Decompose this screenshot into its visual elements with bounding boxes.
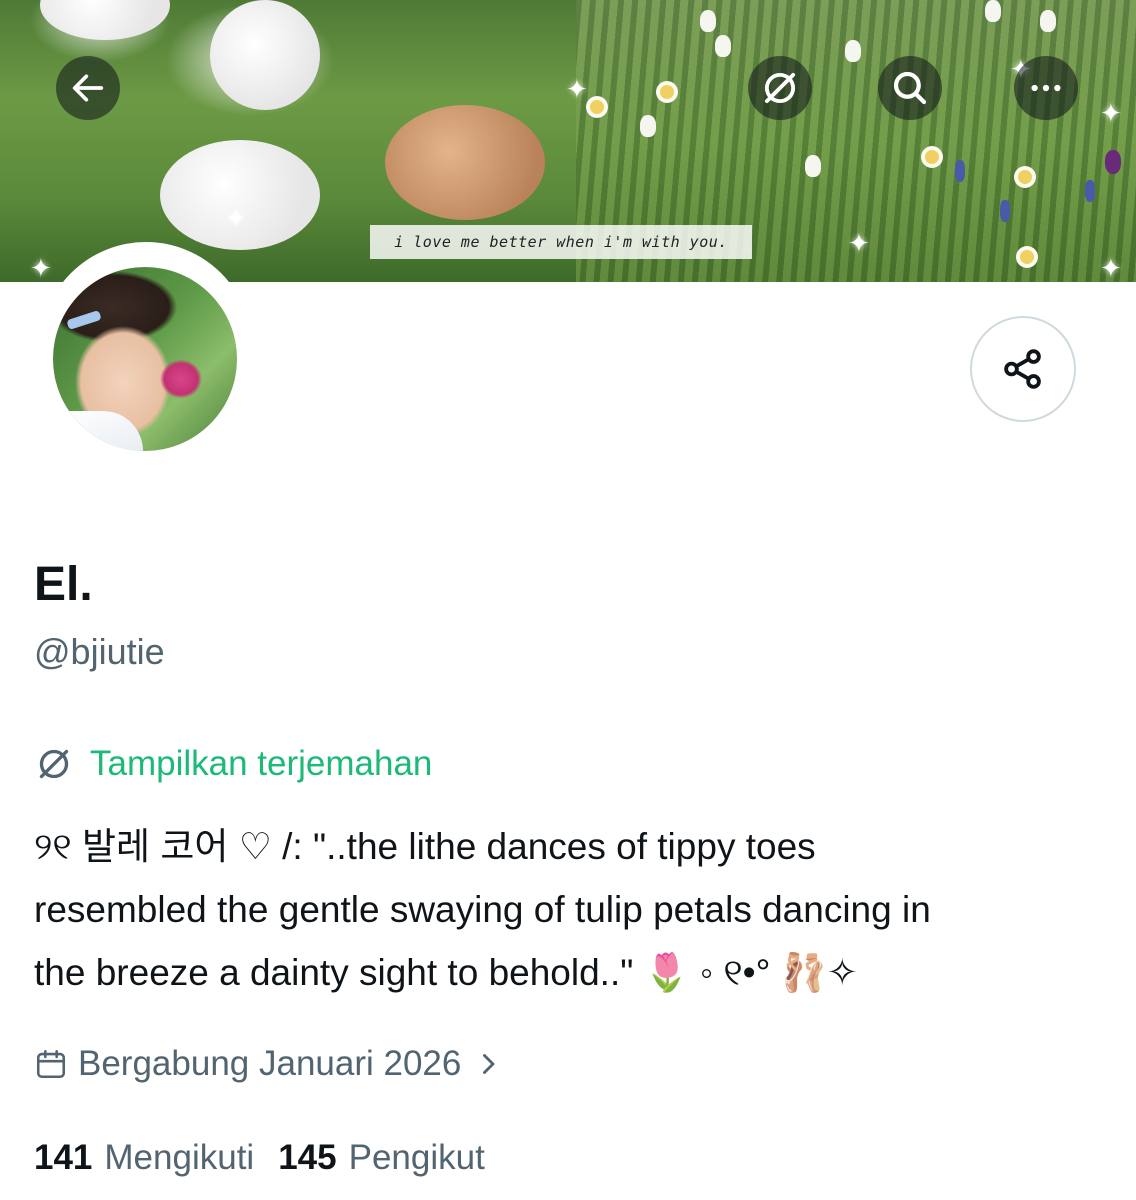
translate-button[interactable] [748, 56, 812, 120]
joined-date-row[interactable]: Bergabung Januari 2026 [34, 1042, 505, 1086]
tulip-icon [1040, 10, 1056, 32]
daffodil-icon [660, 85, 674, 99]
hair-clip-image [66, 309, 102, 331]
sparkle-icon: ✦ [1100, 253, 1122, 282]
profile-page: ✦ ✦ ✦ ✦ ✦ ✦ ✦ i love me better when i'm … [0, 0, 1136, 1200]
share-icon [1004, 349, 1041, 389]
following-count: 141 [34, 1138, 93, 1177]
white-bunny-image [40, 0, 170, 40]
share-button[interactable] [970, 316, 1076, 422]
hyacinth-icon [1000, 200, 1010, 222]
daffodil-icon [590, 100, 604, 114]
hyacinth-icon [955, 160, 965, 182]
bio-line: resembled the gentle swaying of tulip pe… [34, 889, 931, 930]
white-bunny-image [210, 0, 320, 110]
follow-stats: 141 Mengikuti 145 Pengikut [34, 1136, 509, 1180]
profile-bio: ୨୧ 발레 코어 ♡ /: "..the lithe dances of tip… [34, 815, 1104, 1004]
bio-line: the breeze a dainty sight to behold.." 🌷… [34, 952, 858, 993]
hyacinth-icon [1085, 180, 1095, 202]
following-link[interactable]: 141 Mengikuti [34, 1136, 254, 1180]
daffodil-icon [1020, 250, 1034, 264]
purple-tulip-icon [1105, 150, 1121, 174]
daffodil-icon [925, 150, 939, 164]
daffodil-icon [1018, 170, 1032, 184]
search-icon [893, 71, 927, 105]
back-button[interactable] [56, 56, 120, 120]
more-options-button[interactable] [1014, 56, 1078, 120]
show-translation-label: Tampilkan terjemahan [90, 744, 433, 783]
bio-line: ୨୧ 발레 코어 ♡ /: "..the lithe dances of tip… [34, 826, 816, 867]
sparkle-icon: ✦ [1100, 98, 1122, 128]
profile-banner[interactable]: ✦ ✦ ✦ ✦ ✦ ✦ ✦ i love me better when i'm … [0, 0, 1136, 282]
tulip-icon [985, 0, 1001, 22]
chevron-right-icon [483, 1054, 495, 1074]
translate-icon [39, 749, 69, 779]
joined-date: Bergabung Januari 2026 [78, 1044, 462, 1083]
translate-icon [764, 72, 796, 104]
more-horizontal-icon [1031, 84, 1061, 92]
followers-link[interactable]: 145 Pengikut [278, 1136, 485, 1180]
sparkle-icon: ✦ [30, 253, 52, 282]
brown-bunny-image [385, 105, 545, 220]
search-button[interactable] [878, 56, 942, 120]
tulip-icon [700, 10, 716, 32]
tulip-icon [845, 40, 861, 62]
collar-image [53, 411, 143, 451]
arrow-left-icon [72, 74, 104, 102]
user-handle: @bjiutie [34, 631, 165, 672]
tulip-icon [805, 155, 821, 177]
calendar-icon [36, 1049, 66, 1079]
sparkle-icon: ✦ [566, 74, 588, 104]
sparkle-icon: ✦ [848, 228, 870, 258]
white-bunny-image [160, 140, 320, 250]
avatar[interactable] [53, 267, 237, 451]
display-name: El. [34, 558, 93, 611]
followers-label: Pengikut [348, 1138, 485, 1177]
show-translation-link[interactable]: Tampilkan terjemahan [34, 742, 432, 786]
followers-count: 145 [278, 1138, 337, 1177]
banner-caption: i love me better when i'm with you. [370, 225, 752, 259]
following-label: Mengikuti [104, 1138, 255, 1177]
tulip-icon [640, 115, 656, 137]
sparkle-icon: ✦ [225, 203, 247, 233]
tulip-icon [715, 35, 731, 57]
